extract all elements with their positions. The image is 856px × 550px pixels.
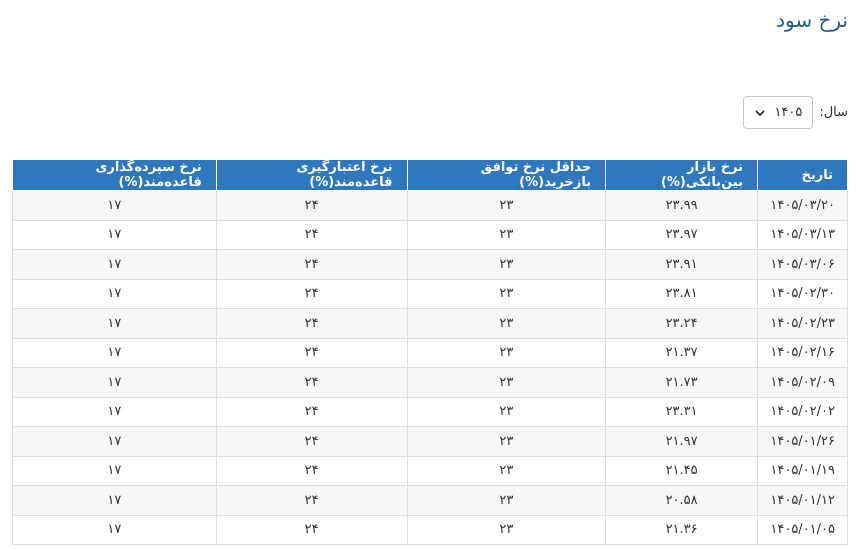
date-cell: ۱۴۰۵/۰۲/۰۲ [757,396,848,427]
interbank-rate-cell: ۲۳.۹۱ [605,249,759,280]
interbank-rate-cell: ۲۰.۵۸ [605,485,759,516]
deposit-rate-cell: ۱۷ [12,308,217,339]
page-title: نرخ سود [776,8,848,32]
interbank-rate-cell: ۲۳.۹۹ [605,190,759,221]
lending-rate-cell: ۲۴ [215,514,408,545]
chevron-down-icon [755,109,765,116]
lending-rate-cell: ۲۴ [215,396,408,427]
interest-rates-table: تاریخ نرخ بازار بین‌بانکی(%) حداقل نرخ ت… [12,159,848,545]
date-cell: ۱۴۰۵/۰۲/۲۳ [757,308,848,339]
repo-rate-cell: ۲۳ [406,455,607,486]
column-header-lending-rate: نرخ اعتبارگیری قاعده‌مند(%) [215,159,408,191]
interbank-rate-cell: ۲۳.۸۱ [605,278,759,309]
column-header-repo-rate: حداقل نرخ توافق بازخرید(%) [406,159,607,191]
lending-rate-cell: ۲۴ [215,337,408,368]
table-row: ۱۴۰۵/۰۲/۲۳ ۲۳.۲۴ ۲۳ ۲۴ ۱۷ [12,308,848,339]
interbank-rate-cell: ۲۳.۹۷ [605,219,759,250]
date-cell: ۱۴۰۵/۰۳/۲۰ [757,190,848,221]
column-header-date: تاریخ [757,159,848,191]
repo-rate-cell: ۲۳ [406,514,607,545]
table-row: ۱۴۰۵/۰۲/۳۰ ۲۳.۸۱ ۲۳ ۲۴ ۱۷ [12,278,848,309]
date-cell: ۱۴۰۵/۰۲/۳۰ [757,278,848,309]
table-row: ۱۴۰۵/۰۳/۰۶ ۲۳.۹۱ ۲۳ ۲۴ ۱۷ [12,249,848,280]
repo-rate-cell: ۲۳ [406,367,607,398]
date-cell: ۱۴۰۵/۰۳/۱۳ [757,219,848,250]
table-row: ۱۴۰۵/۰۲/۰۹ ۲۱.۷۳ ۲۳ ۲۴ ۱۷ [12,367,848,398]
table-header-row: تاریخ نرخ بازار بین‌بانکی(%) حداقل نرخ ت… [12,159,848,191]
year-label: سال: [819,105,848,120]
table-body: ۱۴۰۵/۰۳/۲۰ ۲۳.۹۹ ۲۳ ۲۴ ۱۷ ۱۴۰۵/۰۳/۱۳ ۲۳.۹۷ ۲۳ ۲۴… [12,190,848,545]
lending-rate-cell: ۲۴ [215,455,408,486]
interbank-rate-cell: ۲۳.۳۱ [605,396,759,427]
interbank-rate-cell: ۲۱.۷۳ [605,367,759,398]
repo-rate-cell: ۲۳ [406,190,607,221]
repo-rate-cell: ۲۳ [406,278,607,309]
lending-rate-cell: ۲۴ [215,190,408,221]
interbank-rate-cell: ۲۱.۳۷ [605,337,759,368]
deposit-rate-cell: ۱۷ [12,485,217,516]
deposit-rate-cell: ۱۷ [12,426,217,457]
repo-rate-cell: ۲۳ [406,249,607,280]
table-row: ۱۴۰۵/۰۱/۱۹ ۲۱.۴۵ ۲۳ ۲۴ ۱۷ [12,455,848,486]
date-cell: ۱۴۰۵/۰۱/۲۶ [757,426,848,457]
lending-rate-cell: ۲۴ [215,308,408,339]
repo-rate-cell: ۲۳ [406,308,607,339]
lending-rate-cell: ۲۴ [215,249,408,280]
table-row: ۱۴۰۵/۰۲/۱۶ ۲۱.۳۷ ۲۳ ۲۴ ۱۷ [12,337,848,368]
deposit-rate-cell: ۱۷ [12,190,217,221]
date-cell: ۱۴۰۵/۰۲/۱۶ [757,337,848,368]
deposit-rate-cell: ۱۷ [12,219,217,250]
repo-rate-cell: ۲۳ [406,396,607,427]
repo-rate-cell: ۲۳ [406,485,607,516]
date-cell: ۱۴۰۵/۰۲/۰۹ [757,367,848,398]
interbank-rate-cell: ۲۱.۳۶ [605,514,759,545]
deposit-rate-cell: ۱۷ [12,396,217,427]
deposit-rate-cell: ۱۷ [12,514,217,545]
table-row: ۱۴۰۵/۰۲/۰۲ ۲۳.۳۱ ۲۳ ۲۴ ۱۷ [12,396,848,427]
year-filter: سال: ۱۴۰۵ [743,96,848,129]
lending-rate-cell: ۲۴ [215,219,408,250]
interbank-rate-cell: ۲۱.۹۷ [605,426,759,457]
lending-rate-cell: ۲۴ [215,426,408,457]
table-row: ۱۴۰۵/۰۱/۰۵ ۲۱.۳۶ ۲۳ ۲۴ ۱۷ [12,514,848,545]
date-cell: ۱۴۰۵/۰۳/۰۶ [757,249,848,280]
date-cell: ۱۴۰۵/۰۱/۱۹ [757,455,848,486]
deposit-rate-cell: ۱۷ [12,278,217,309]
year-select-value: ۱۴۰۵ [774,105,803,120]
table-row: ۱۴۰۵/۰۳/۲۰ ۲۳.۹۹ ۲۳ ۲۴ ۱۷ [12,190,848,221]
interbank-rate-cell: ۲۳.۲۴ [605,308,759,339]
table-row: ۱۴۰۵/۰۱/۲۶ ۲۱.۹۷ ۲۳ ۲۴ ۱۷ [12,426,848,457]
repo-rate-cell: ۲۳ [406,219,607,250]
repo-rate-cell: ۲۳ [406,426,607,457]
column-header-deposit-rate: نرخ سپرده‌گذاری قاعده‌مند(%) [12,159,217,191]
table-row: ۱۴۰۵/۰۳/۱۳ ۲۳.۹۷ ۲۳ ۲۴ ۱۷ [12,219,848,250]
deposit-rate-cell: ۱۷ [12,367,217,398]
deposit-rate-cell: ۱۷ [12,455,217,486]
date-cell: ۱۴۰۵/۰۱/۱۲ [757,485,848,516]
deposit-rate-cell: ۱۷ [12,249,217,280]
date-cell: ۱۴۰۵/۰۱/۰۵ [757,514,848,545]
lending-rate-cell: ۲۴ [215,485,408,516]
interbank-rate-cell: ۲۱.۴۵ [605,455,759,486]
deposit-rate-cell: ۱۷ [12,337,217,368]
table-row: ۱۴۰۵/۰۱/۱۲ ۲۰.۵۸ ۲۳ ۲۴ ۱۷ [12,485,848,516]
lending-rate-cell: ۲۴ [215,278,408,309]
lending-rate-cell: ۲۴ [215,367,408,398]
column-header-interbank-rate: نرخ بازار بین‌بانکی(%) [605,159,759,191]
repo-rate-cell: ۲۳ [406,337,607,368]
year-select[interactable]: ۱۴۰۵ [743,96,814,129]
